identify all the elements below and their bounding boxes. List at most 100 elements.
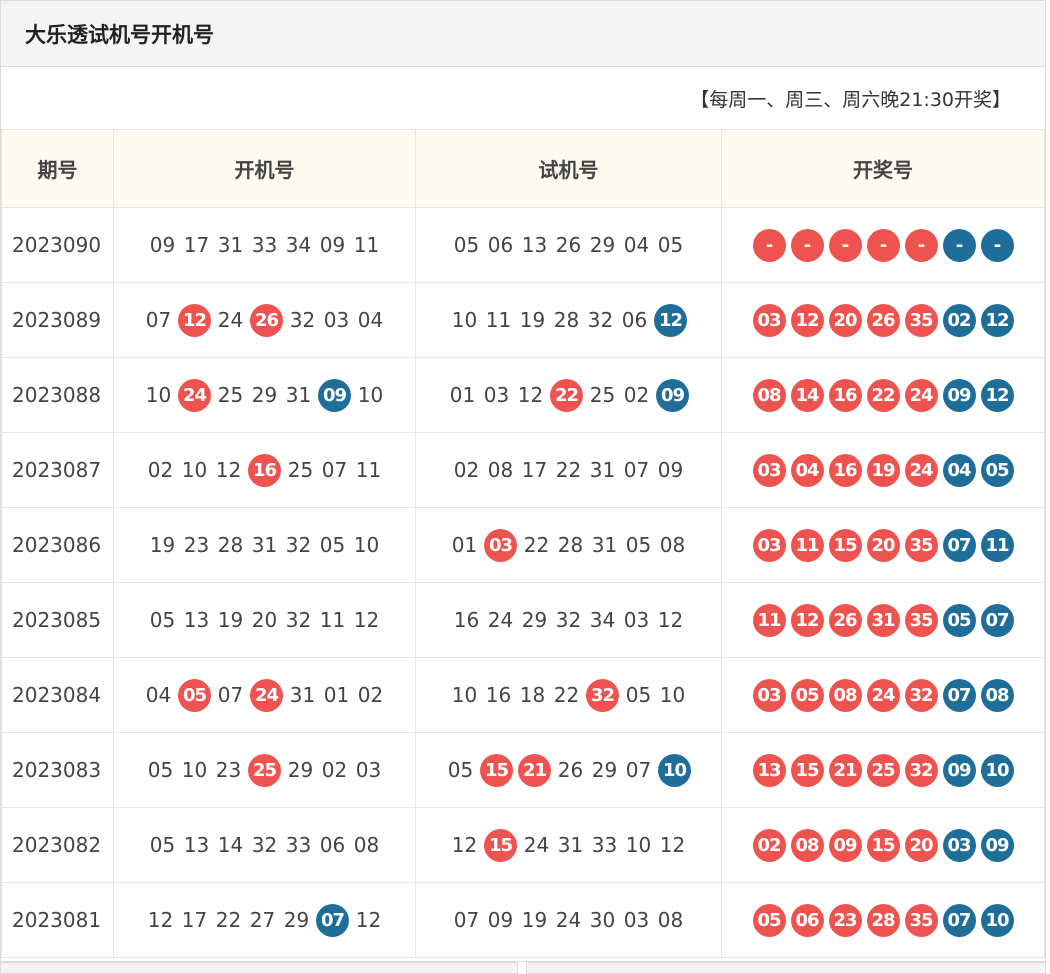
red-ball: 24 xyxy=(904,378,938,412)
number: 10 xyxy=(353,533,380,557)
number: 06 xyxy=(487,233,514,257)
trial-number-cell: 10 11 19 28 32 06 12 xyxy=(415,282,722,358)
number: 11 xyxy=(355,458,382,482)
red-ball: 15 xyxy=(828,528,862,562)
number: 07 xyxy=(623,458,650,482)
number: 23 xyxy=(215,758,242,782)
number: 07 xyxy=(321,458,348,482)
red-ball: 19 xyxy=(866,453,900,487)
number: 22 xyxy=(215,908,242,932)
blue-ball: 02 xyxy=(942,303,976,337)
trial-number-cell: 01 03 22 28 31 05 08 xyxy=(415,507,722,583)
draw-number-cell: 03 12 20 26 35 02 12 xyxy=(721,282,1045,358)
draw-number-list: 03 12 20 26 35 02 12 xyxy=(722,303,1044,337)
trial-number-list: 10 11 19 28 32 06 12 xyxy=(416,303,721,337)
red-ball: 20 xyxy=(866,528,900,562)
number: 04 xyxy=(623,233,650,257)
blue-ball: - xyxy=(980,228,1014,262)
red-ball: - xyxy=(866,228,900,262)
draw-number-cell: 05 06 23 28 35 07 10 xyxy=(721,882,1045,958)
number: 12 xyxy=(517,383,544,407)
number: 06 xyxy=(621,308,648,332)
red-ball: 35 xyxy=(904,303,938,337)
open-number-list: 10 24 25 29 31 09 10 xyxy=(114,378,415,412)
number: 08 xyxy=(659,533,686,557)
number: 01 xyxy=(323,683,350,707)
trial-number-cell: 07 09 19 24 30 03 08 xyxy=(415,882,722,958)
table-row: 2023082 05 13 14 32 33 06 08 12 15 24 31 33 10 12 02 08 0… xyxy=(1,807,1045,883)
number: 13 xyxy=(183,833,210,857)
blue-ball: 07 xyxy=(980,603,1014,637)
number: 19 xyxy=(521,908,548,932)
draw-number-cell: 02 08 09 15 20 03 09 xyxy=(721,807,1045,883)
red-ball: 02 xyxy=(752,828,786,862)
number: 25 xyxy=(287,458,314,482)
number: 25 xyxy=(217,383,244,407)
red-ball: 05 xyxy=(178,678,211,712)
red-ball: 24 xyxy=(904,453,938,487)
open-number-cell: 10 24 25 29 31 09 10 xyxy=(113,357,416,433)
number: 32 xyxy=(285,533,312,557)
open-number-cell: 05 10 23 25 29 02 03 xyxy=(113,732,416,808)
number: 12 xyxy=(353,608,380,632)
number: 17 xyxy=(183,233,210,257)
number: 19 xyxy=(217,608,244,632)
number: 06 xyxy=(319,833,346,857)
number: 03 xyxy=(355,758,382,782)
number: 05 xyxy=(447,758,474,782)
blue-ball: 11 xyxy=(980,528,1014,562)
draw-number-list: 11 12 26 31 35 05 07 xyxy=(722,603,1044,637)
blue-ball: 10 xyxy=(980,903,1014,937)
bottom-scroll-area xyxy=(0,962,1050,974)
number: 29 xyxy=(521,608,548,632)
table-row: 2023081 12 17 22 27 29 07 12 07 09 19 24 30 03 08 05 06 2… xyxy=(1,882,1045,958)
number: 08 xyxy=(487,458,514,482)
draw-number-list: 02 08 09 15 20 03 09 xyxy=(722,828,1044,862)
open-number-list: 05 10 23 25 29 02 03 xyxy=(114,753,415,787)
number: 26 xyxy=(555,233,582,257)
number: 05 xyxy=(625,683,652,707)
trial-number-list: 01 03 12 22 25 02 09 xyxy=(416,378,721,412)
number: 01 xyxy=(449,383,476,407)
red-ball: 11 xyxy=(752,603,786,637)
period-cell: 2023090 xyxy=(1,207,114,283)
number: 32 xyxy=(289,308,316,332)
red-ball: 24 xyxy=(866,678,900,712)
red-ball: 22 xyxy=(866,378,900,412)
red-ball: 08 xyxy=(790,828,824,862)
trial-number-cell: 05 15 21 26 29 07 10 xyxy=(415,732,722,808)
number: 24 xyxy=(487,608,514,632)
results-table: 期号 开机号 试机号 开奖号 2023090 09 17 31 33 34 09 11 05 06… xyxy=(1,129,1045,958)
number: 10 xyxy=(659,683,686,707)
period-cell: 2023086 xyxy=(1,507,114,583)
open-number-list: 12 17 22 27 29 07 12 xyxy=(114,903,415,937)
trial-number-list: 10 16 18 22 32 05 10 xyxy=(416,678,721,712)
red-ball: 25 xyxy=(866,753,900,787)
number: 25 xyxy=(589,383,616,407)
open-number-list: 04 05 07 24 31 01 02 xyxy=(114,678,415,712)
red-ball: 26 xyxy=(250,303,283,337)
table-row: 2023090 09 17 31 33 34 09 11 05 06 13 26 29 04 05- - - - -… xyxy=(1,207,1045,283)
table-row: 2023086 19 23 28 31 32 05 10 01 03 22 28 31 05 08 03 11 1… xyxy=(1,507,1045,583)
blue-ball: 07 xyxy=(316,903,349,937)
red-ball: 03 xyxy=(752,303,786,337)
trial-number-cell: 05 06 13 26 29 04 05 xyxy=(415,207,722,283)
number: 31 xyxy=(289,683,316,707)
period-cell: 2023084 xyxy=(1,657,114,733)
number: 04 xyxy=(357,308,384,332)
number: 24 xyxy=(523,833,550,857)
number: 29 xyxy=(251,383,278,407)
header-draw-number: 开奖号 xyxy=(721,129,1045,208)
red-ball: 24 xyxy=(250,678,283,712)
number: 03 xyxy=(323,308,350,332)
trial-number-list: 01 03 22 28 31 05 08 xyxy=(416,528,721,562)
open-number-cell: 07 12 24 26 32 03 04 xyxy=(113,282,416,358)
number: 17 xyxy=(521,458,548,482)
number: 01 xyxy=(451,533,478,557)
draw-number-list: 08 14 16 22 24 09 12 xyxy=(722,378,1044,412)
number: 05 xyxy=(149,608,176,632)
number: 02 xyxy=(321,758,348,782)
number: 14 xyxy=(217,833,244,857)
open-number-cell: 05 13 19 20 32 11 12 xyxy=(113,582,416,658)
red-ball: 32 xyxy=(904,678,938,712)
